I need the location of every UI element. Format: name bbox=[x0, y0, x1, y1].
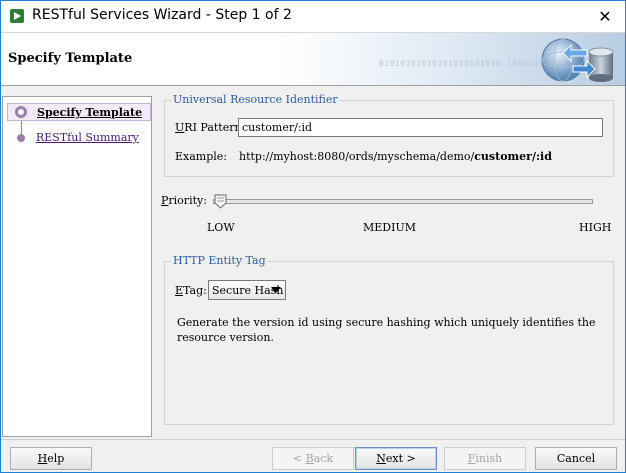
etag-description: Generate the version id using secure has… bbox=[177, 316, 596, 344]
next-button[interactable]: Next > bbox=[355, 447, 437, 470]
priority-slider-thumb[interactable] bbox=[214, 194, 227, 209]
wizard-step-nav: Specify Template RESTful Summary bbox=[2, 96, 152, 437]
priority-label: Priority: bbox=[161, 194, 207, 207]
current-step-icon bbox=[15, 106, 27, 118]
title-bar: RESTful Services Wizard - Step 1 of 2 ✕ bbox=[1, 1, 625, 32]
nav-step-label: Specify Template bbox=[37, 106, 143, 119]
uri-group: Universal Resource Identifier bbox=[164, 93, 614, 177]
uri-pattern-label: URI Pattern: bbox=[175, 121, 246, 134]
nav-step-label: RESTful Summary bbox=[36, 131, 139, 144]
wizard-header: Specify Template 01010101010101010101010… bbox=[1, 32, 625, 86]
back-button[interactable]: < Back bbox=[272, 447, 354, 470]
etag-label: ETag: bbox=[175, 284, 207, 297]
priority-tick-high: HIGH bbox=[579, 221, 612, 234]
priority-slider-track[interactable] bbox=[213, 199, 593, 204]
nav-step-specify-template[interactable]: Specify Template bbox=[7, 103, 151, 121]
wizard-window: RESTful Services Wizard - Step 1 of 2 ✕ … bbox=[0, 0, 626, 473]
uri-group-title: Universal Resource Identifier bbox=[171, 93, 340, 106]
finish-button[interactable]: Finish bbox=[444, 447, 526, 470]
uri-pattern-input[interactable] bbox=[238, 118, 603, 137]
help-button[interactable]: Help bbox=[10, 447, 92, 470]
example-label: Example: bbox=[175, 150, 227, 163]
app-icon bbox=[10, 9, 24, 23]
chevron-down-icon[interactable] bbox=[271, 287, 281, 293]
nav-step-restful-summary[interactable]: RESTful Summary bbox=[7, 129, 151, 147]
priority-tick-low: LOW bbox=[207, 221, 235, 234]
etag-group-title: HTTP Entity Tag bbox=[171, 254, 268, 267]
cancel-button[interactable]: Cancel bbox=[535, 447, 617, 470]
close-icon[interactable]: ✕ bbox=[585, 1, 625, 32]
step-bullet-icon bbox=[17, 134, 25, 142]
priority-tick-medium: MEDIUM bbox=[363, 221, 416, 234]
example-url: http://myhost:8080/ords/myschema/demo/cu… bbox=[239, 150, 552, 163]
binary-decoration: 01010101010101010101010 1010101 bbox=[379, 59, 544, 68]
database-globe-icon bbox=[541, 38, 614, 82]
footer-divider bbox=[1, 439, 625, 440]
page-title: Specify Template bbox=[8, 51, 133, 66]
window-title: RESTful Services Wizard - Step 1 of 2 bbox=[32, 7, 292, 23]
